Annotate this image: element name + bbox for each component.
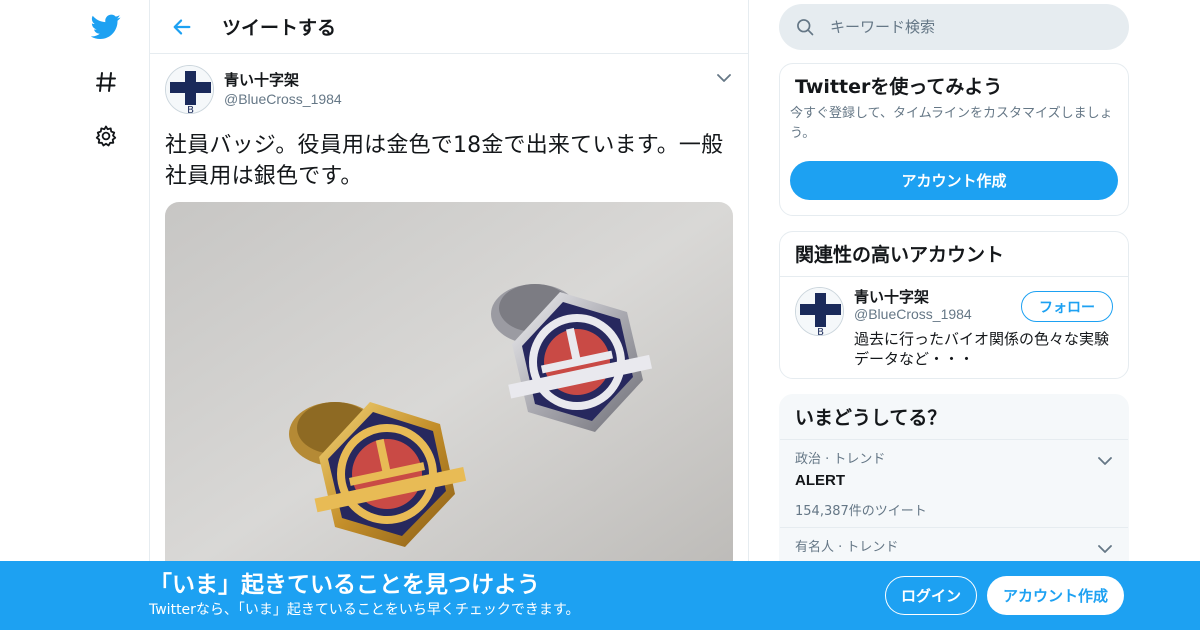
chevron-down-icon[interactable] [1096, 540, 1114, 558]
search-icon [794, 16, 816, 38]
page-title: ツイートする [222, 17, 337, 39]
related-user[interactable]: B 青い十字架 @BlueCross_1984 フォロー 過去に行ったバイオ関係… [780, 277, 1128, 378]
chevron-down-icon[interactable] [1096, 452, 1114, 470]
follow-button[interactable]: フォロー [1021, 291, 1113, 322]
tweet-photo[interactable] [165, 202, 733, 582]
related-accounts-card: 関連性の高いアカウント B 青い十字架 @BlueCross_1984 フォロー… [779, 231, 1129, 379]
trend-name: ALERT [795, 472, 845, 489]
twitter-bird-icon[interactable] [88, 9, 124, 45]
svg-text:B: B [187, 105, 194, 114]
banner-create-account-button[interactable]: アカウント作成 [987, 576, 1124, 615]
login-button[interactable]: ログイン [885, 576, 977, 615]
search-input[interactable] [830, 18, 1090, 36]
banner-title: 「いま」起きていることを見つけよう [149, 572, 540, 598]
trend-item[interactable]: 政治 · トレンド ALERT 154,387件のツイート [780, 440, 1128, 528]
back-arrow-icon[interactable] [164, 9, 200, 45]
search-box[interactable] [779, 4, 1129, 50]
related-user-name[interactable]: 青い十字架 [854, 286, 929, 307]
tweet-text: 社員バッジ。役員用は金色で18金で出来ています。一般社員用は銀色です。 [165, 133, 724, 189]
trend-count: 154,387件のツイート [795, 504, 927, 519]
tweet-author[interactable]: B 青い十字架 @BlueCross_1984 [165, 64, 733, 114]
signup-card-description: 今すぐ登録して、タイムラインをカスタマイズしましょう。 [790, 106, 1113, 141]
svg-text:B: B [817, 327, 824, 336]
avatar[interactable]: B [795, 287, 844, 336]
trends-card-title: いまどうしてる？ [780, 395, 1128, 440]
tweet-page: ツイートする B 青い十字架 @BlueCross_1984 社員バッジ。役員用… [0, 0, 1200, 630]
trend-meta: 政治 · トレンド [795, 452, 886, 467]
chevron-down-icon[interactable] [714, 68, 734, 88]
author-name[interactable]: 青い十字架 [224, 70, 342, 90]
avatar[interactable]: B [165, 64, 214, 114]
signup-card: Twitterを使ってみよう 今すぐ登録して、タイムラインをカスタマイズしましょ… [779, 63, 1129, 216]
banner-subtitle: Twitterなら、「いま」起きていることをいち早くチェックできます。 [149, 602, 580, 618]
create-account-button[interactable]: アカウント作成 [790, 161, 1118, 200]
author-handle[interactable]: @BlueCross_1984 [224, 90, 342, 108]
signup-card-title: Twitterを使ってみよう [795, 76, 1003, 98]
related-user-bio: 過去に行ったバイオ関係の色々な実験データなど・・・ [854, 330, 1110, 368]
tweet: B 青い十字架 @BlueCross_1984 社員バッジ。役員用は金色で18金… [150, 54, 748, 582]
hashtag-icon[interactable] [88, 64, 124, 100]
related-user-handle[interactable]: @BlueCross_1984 [854, 306, 972, 322]
related-card-title: 関連性の高いアカウント [780, 232, 1128, 277]
gear-icon[interactable] [88, 118, 124, 154]
signup-banner: 「いま」起きていることを見つけよう Twitterなら、「いま」起きていることを… [0, 561, 1200, 630]
main-column: ツイートする B 青い十字架 @BlueCross_1984 社員バッジ。役員用… [149, 0, 749, 630]
trend-meta: 有名人 · トレンド [795, 540, 899, 555]
main-header: ツイートする [150, 0, 748, 54]
